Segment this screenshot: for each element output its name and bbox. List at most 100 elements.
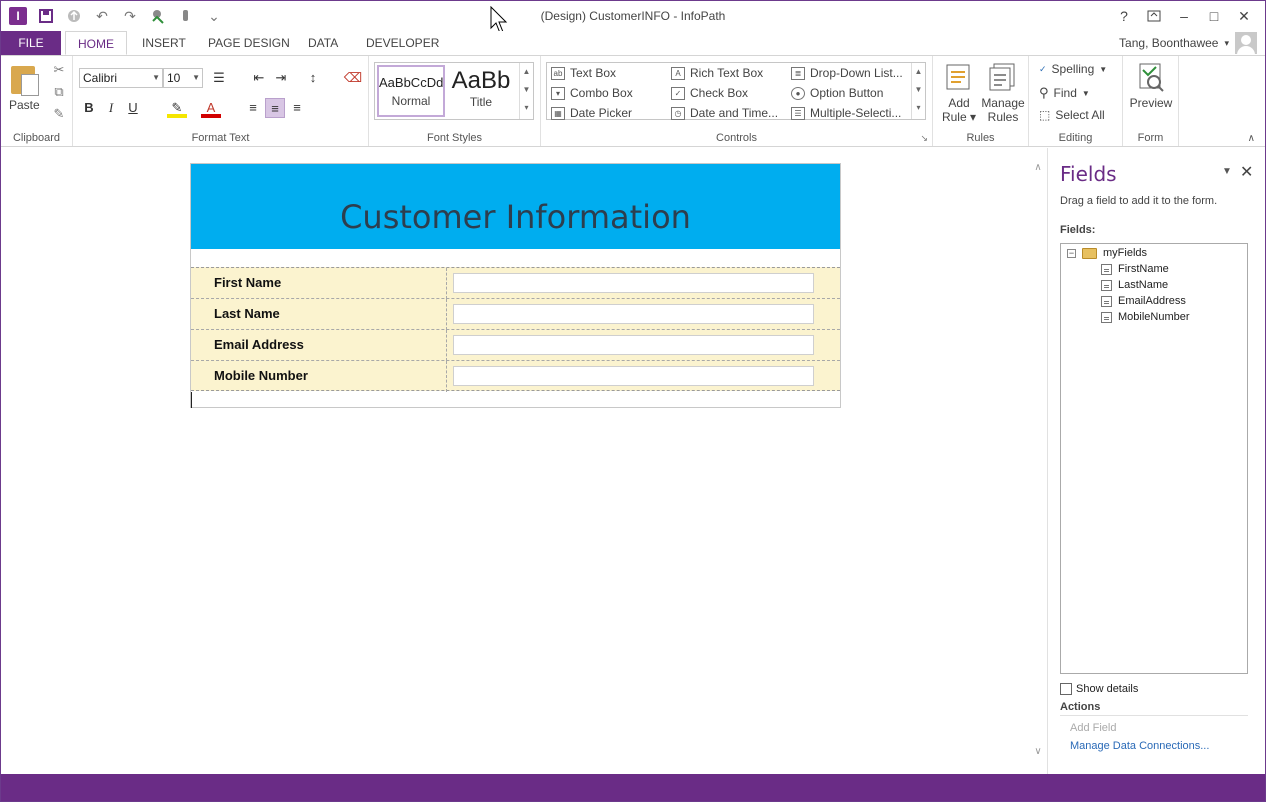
control-drop-down-list[interactable]: ≣ Drop-Down List... [791, 66, 903, 80]
control-date-picker[interactable]: ▦ Date Picker [551, 106, 632, 120]
tree-node-field[interactable]: LastName [1101, 279, 1168, 291]
undo-button[interactable]: ↶ [93, 7, 111, 25]
form-title[interactable]: Customer Information [191, 198, 840, 236]
touch-mode-button[interactable] [177, 7, 195, 25]
editing-group: ✓ Spelling ▼ ⚲ Find ▼ ⬚ Select All Editi… [1029, 56, 1123, 146]
select-all-button[interactable]: ⬚ Select All [1039, 108, 1105, 122]
field-label-last-name[interactable]: Last Name [214, 306, 280, 321]
preview-button[interactable]: Preview [1129, 62, 1173, 110]
control-option-button[interactable]: ● Option Button [791, 86, 883, 100]
field-label-first-name[interactable]: First Name [214, 275, 281, 290]
control-multiple-selection[interactable]: ☰ Multiple-Selecti... [791, 106, 901, 120]
clear-formatting-button[interactable]: ⌫ [343, 68, 363, 88]
tab-file[interactable]: FILE [1, 31, 61, 55]
tab-home[interactable]: HOME [65, 31, 127, 55]
tab-insert[interactable]: INSERT [130, 31, 198, 55]
find-button[interactable]: ⚲ Find ▼ [1039, 85, 1090, 101]
underline-button[interactable]: U [123, 98, 143, 118]
paste-icon[interactable] [11, 62, 41, 96]
editing-group-label: Editing [1058, 132, 1093, 144]
bold-button[interactable]: B [79, 98, 99, 118]
pane-title: Fields [1060, 162, 1117, 186]
spelling-icon: ✓ [1039, 63, 1047, 74]
design-checker-button[interactable] [149, 7, 167, 25]
paste-button[interactable]: Paste [9, 98, 40, 112]
font-name-combo[interactable]: Calibri ▼ [79, 68, 163, 88]
customize-qat-button[interactable]: ⌄ [205, 7, 223, 25]
form-header: Customer Information [191, 164, 840, 249]
email-address-field[interactable] [453, 335, 814, 355]
controls-up-button[interactable]: ▲ [912, 63, 925, 81]
bullets-button[interactable]: ☰ [209, 68, 229, 88]
copy-icon[interactable]: ⧉ [51, 84, 67, 100]
collapse-ribbon-icon[interactable]: ∧ [1248, 133, 1255, 144]
save-button[interactable] [37, 7, 55, 25]
style-normal[interactable]: AaBbCcDd Normal [377, 65, 445, 117]
tab-page-design[interactable]: PAGE DESIGN [196, 31, 302, 55]
line-spacing-button[interactable]: ↕ [303, 68, 323, 88]
increase-indent-button[interactable]: ⇥ [271, 68, 291, 88]
tree-node-root[interactable]: − myFields [1067, 247, 1147, 259]
spelling-button[interactable]: ✓ Spelling ▼ [1039, 62, 1107, 76]
control-rich-text-box[interactable]: A Rich Text Box [671, 66, 763, 80]
close-icon[interactable]: ✕ [1240, 162, 1253, 182]
publish-button[interactable] [65, 7, 83, 25]
controls-more-button[interactable]: ▾ [912, 99, 925, 117]
add-rule-button[interactable]: Add Rule ▾ [939, 62, 979, 124]
field-label-mobile-number[interactable]: Mobile Number [214, 368, 308, 383]
tree-node-field[interactable]: EmailAddress [1101, 295, 1186, 307]
tree-node-field[interactable]: MobileNumber [1101, 311, 1190, 323]
user-account[interactable]: Tang, Boonthawee ▾ [1119, 31, 1257, 55]
tab-developer[interactable]: DEVELOPER [354, 31, 451, 55]
ribbon-display-button[interactable] [1141, 6, 1167, 26]
maximize-button[interactable]: □ [1201, 6, 1227, 26]
scroll-down-icon[interactable]: ∨ [1031, 746, 1045, 757]
control-check-box[interactable]: ✓ Check Box [671, 86, 748, 100]
manage-rules-icon [988, 62, 1018, 92]
align-center-button[interactable]: ≡ [265, 98, 285, 118]
checkbox-icon[interactable] [1060, 683, 1072, 695]
controls-down-button[interactable]: ▼ [912, 81, 925, 99]
control-date-time[interactable]: ◷ Date and Time... [671, 106, 778, 120]
field-label-email-address[interactable]: Email Address [214, 337, 304, 352]
italic-button[interactable]: I [101, 98, 121, 118]
cut-icon[interactable]: ✂ [51, 62, 67, 78]
manage-data-connections-link[interactable]: Manage Data Connections... [1070, 740, 1209, 752]
controls-group-label: Controls [716, 132, 757, 144]
control-text-box[interactable]: ab Text Box [551, 66, 616, 80]
gallery-down-button[interactable]: ▼ [520, 81, 533, 99]
manage-rules-button[interactable]: Manage Rules [981, 62, 1025, 124]
style-title[interactable]: AaBb Title [447, 65, 515, 117]
canvas-scrollbar[interactable]: ∧ ∨ [1031, 148, 1045, 774]
user-name: Tang, Boonthawee [1119, 36, 1219, 50]
collapse-icon[interactable]: − [1067, 248, 1076, 258]
help-button[interactable]: ? [1111, 6, 1137, 26]
format-painter-icon[interactable]: ✎ [51, 106, 67, 122]
app-logo-icon: I [9, 7, 27, 25]
minimize-button[interactable]: – [1171, 6, 1197, 26]
pane-options-icon[interactable]: ▼ [1222, 166, 1232, 177]
font-color-button[interactable]: A [201, 98, 221, 118]
redo-button[interactable]: ↷ [121, 7, 139, 25]
align-right-button[interactable]: ≡ [287, 98, 307, 118]
infopath-window: I ↶ ↷ ⌄ (Design) CustomerINFO - InfoPath… [0, 0, 1266, 802]
scroll-up-icon[interactable]: ∧ [1031, 162, 1045, 173]
show-details-checkbox[interactable]: Show details [1060, 683, 1138, 695]
font-size-combo[interactable]: 10 ▼ [163, 68, 203, 88]
dialog-launcher-icon[interactable]: ↘ [920, 133, 928, 144]
first-name-field[interactable] [453, 273, 814, 293]
last-name-field[interactable] [453, 304, 814, 324]
align-left-button[interactable]: ≡ [243, 98, 263, 118]
control-combo-box[interactable]: ▾ Combo Box [551, 86, 633, 100]
gallery-up-button[interactable]: ▲ [520, 63, 533, 81]
close-button[interactable]: ✕ [1231, 6, 1257, 26]
decrease-indent-button[interactable]: ⇤ [249, 68, 269, 88]
style-normal-sample: AaBbCcDd [379, 75, 444, 90]
highlight-button[interactable]: ✎ [167, 98, 187, 118]
tree-node-field[interactable]: FirstName [1101, 263, 1169, 275]
window-title: (Design) CustomerINFO - InfoPath [540, 9, 726, 23]
mobile-number-field[interactable] [453, 366, 814, 386]
form-group: Preview Form [1123, 56, 1179, 146]
gallery-more-button[interactable]: ▾ [520, 99, 533, 117]
tab-data[interactable]: DATA [296, 31, 350, 55]
